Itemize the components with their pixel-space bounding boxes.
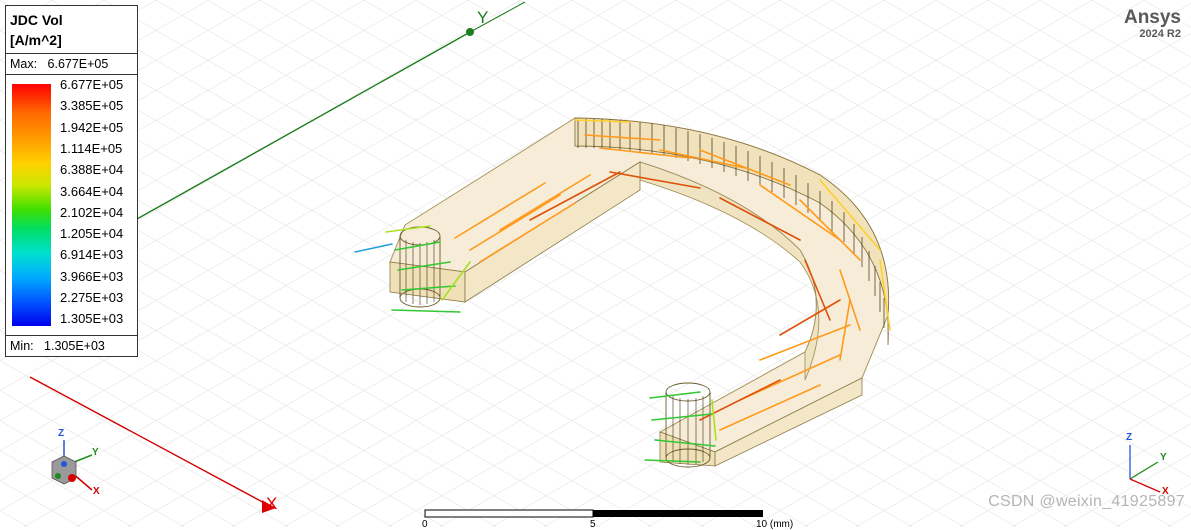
legend-scale-label: 1.942E+05 <box>60 119 124 135</box>
legend-scale-label: 6.388E+04 <box>60 162 124 178</box>
ansys-logo: Ansys 2024 R2 <box>1123 7 1181 41</box>
ruler-label-5: 5 <box>590 519 596 530</box>
legend-color-bar <box>12 84 51 326</box>
legend-min: Min: 1.305E+03 <box>6 335 137 356</box>
x-axis-label: X <box>266 494 278 513</box>
legend-max-label: Max: <box>10 57 38 71</box>
legend-scale-label: 2.275E+03 <box>60 290 124 305</box>
scale-ruler <box>424 509 763 518</box>
triad-left-z-label: Z <box>58 428 65 439</box>
color-legend[interactable]: JDC Vol [A/m^2] Max: 6.677E+05 6.677E+05… <box>5 5 138 357</box>
triad-right-z-label: Z <box>1126 432 1133 443</box>
brand-name: Ansys <box>1123 7 1181 28</box>
legend-scale-label: 3.664E+04 <box>60 183 124 199</box>
triad-left-y-label: Y <box>92 447 99 458</box>
legend-scale-label: 6.914E+03 <box>60 247 124 263</box>
watermark: CSDN @weixin_41925897 <box>988 493 1185 510</box>
3d-viewport[interactable]: JDC Vol [A/m^2] Max: 6.677E+05 6.677E+05… <box>0 0 1191 530</box>
legend-scale: 6.677E+05 3.385E+05 1.942E+05 1.114E+05 6.38… <box>6 75 137 335</box>
ruler-label-0: 0 <box>422 519 428 530</box>
brand-version: 2024 R2 <box>1139 28 1181 40</box>
legend-scale-label: 1.205E+04 <box>60 226 124 242</box>
legend-max: Max: 6.677E+05 <box>6 54 137 75</box>
legend-scale-label: 3.966E+03 <box>60 268 124 284</box>
legend-min-value: 1.305E+03 <box>44 339 105 353</box>
ruler-label-10mm: 10 (mm) <box>756 519 794 530</box>
legend-title-unit: [A/m^2] <box>10 32 62 48</box>
legend-title: JDC Vol [A/m^2] <box>6 6 137 54</box>
triad-left-x-label: X <box>93 486 100 497</box>
legend-title-quantity: JDC Vol <box>10 12 63 28</box>
legend-max-value: 6.677E+05 <box>47 57 109 71</box>
legend-scale-label: 2.102E+04 <box>60 204 124 220</box>
legend-scale-label: 3.385E+05 <box>60 98 124 114</box>
legend-scale-label: 1.305E+03 <box>60 311 124 327</box>
legend-scale-label: 6.677E+05 <box>60 77 124 92</box>
y-axis-label: Y <box>477 8 489 27</box>
triad-right-y-label: Y <box>1160 452 1167 463</box>
legend-scale-label: 1.114E+05 <box>60 140 123 156</box>
legend-min-label: Min: <box>10 339 34 353</box>
background-grid <box>0 0 1191 527</box>
